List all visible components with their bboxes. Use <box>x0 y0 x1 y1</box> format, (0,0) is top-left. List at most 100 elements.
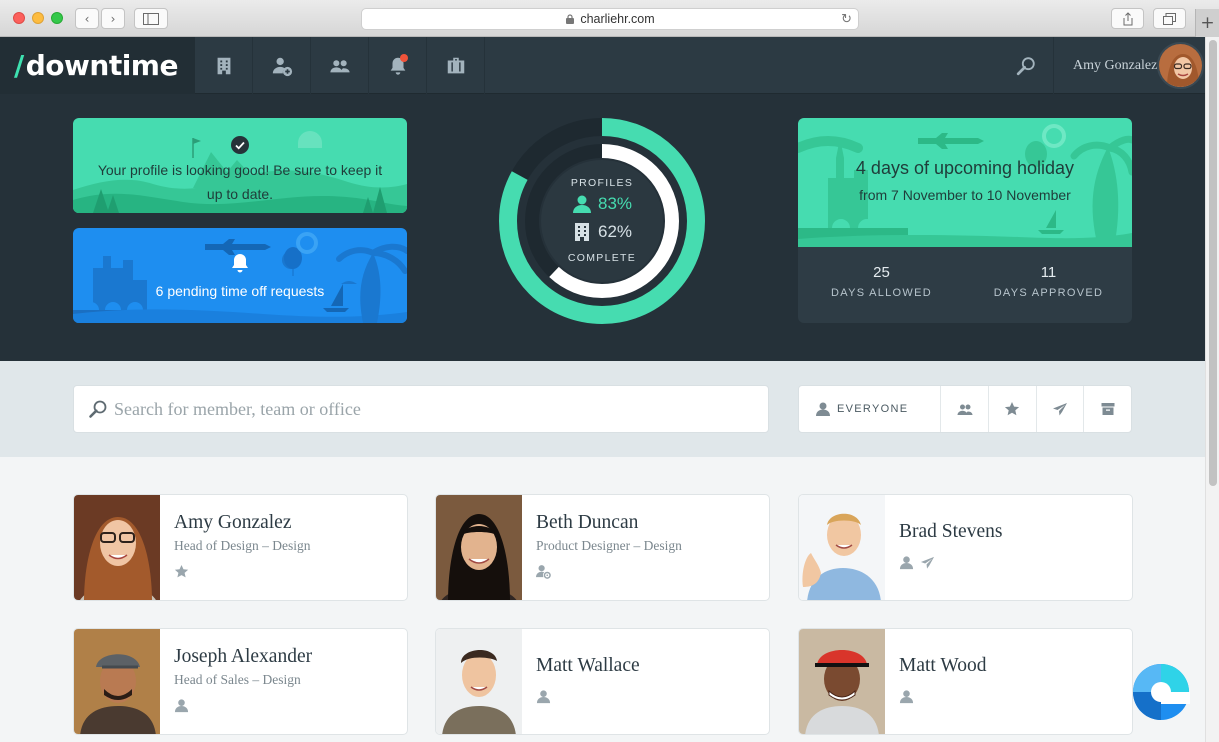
days-approved-value: 11 <box>1040 264 1057 281</box>
member-search-input[interactable] <box>114 389 768 429</box>
holiday-title: 4 days of upcoming holiday <box>855 158 1075 178</box>
days-approved-stat: 11 DAYS APPROVED <box>965 264 1132 299</box>
nav-offices-button[interactable] <box>195 37 253 94</box>
plane-icon <box>920 556 935 569</box>
filter-teams-button[interactable] <box>940 386 988 432</box>
nav-search-button[interactable] <box>998 37 1054 94</box>
new-tab-button[interactable]: + <box>1195 9 1219 37</box>
holiday-dates: from 7 November to 10 November <box>859 187 1071 203</box>
user-icon <box>536 690 551 704</box>
reload-icon[interactable]: ↻ <box>841 12 852 27</box>
member-filters: EVERYONE <box>798 385 1132 433</box>
profiles-complete-labels: PROFILES 83% 62% COMPLETE <box>499 118 705 324</box>
profiles-label: PROFILES <box>570 177 634 189</box>
person-photo <box>74 495 160 600</box>
person-role: Head of Sales – Design <box>174 672 301 687</box>
app-navbar: / downtime Amy Gonzalez <box>0 37 1219 94</box>
days-approved-label: DAYS APPROVED <box>993 287 1104 299</box>
person-icons <box>899 555 935 570</box>
support-chat-button[interactable] <box>1132 663 1190 721</box>
days-allowed-label: DAYS ALLOWED <box>831 287 932 299</box>
user-settings-icon <box>536 565 551 579</box>
people-complete-value: 83% <box>597 194 633 213</box>
person-icons <box>536 564 551 579</box>
nav-notifications-button[interactable] <box>369 37 427 94</box>
user-avatar[interactable] <box>1157 42 1204 89</box>
profile-status-card[interactable]: Your profile is looking good! Be sure to… <box>73 118 407 213</box>
person-icons <box>174 564 189 579</box>
search-icon <box>89 400 107 418</box>
plane-icon <box>1052 403 1067 416</box>
pending-requests-card[interactable]: 6 pending time off requests <box>73 228 407 323</box>
browser-toolbar: ‹ › charliehr.com ↻ + <box>0 0 1219 37</box>
url-text: charliehr.com <box>580 12 655 26</box>
person-card[interactable]: Brad Stevens <box>798 494 1133 601</box>
person-photo <box>436 495 522 600</box>
person-name[interactable]: Beth Duncan <box>536 512 638 534</box>
sidebar-toggle-button[interactable] <box>134 8 168 29</box>
back-button[interactable]: ‹ <box>75 8 99 29</box>
chevron-left-icon: ‹ <box>84 11 90 26</box>
logo-text: downtime <box>25 49 179 82</box>
filter-everyone-label: EVERYONE <box>837 403 909 415</box>
person-card[interactable]: Amy Gonzalez Head of Design – Design <box>73 494 408 601</box>
scrollbar-thumb[interactable] <box>1209 40 1217 486</box>
days-allowed-stat: 25 DAYS ALLOWED <box>798 264 965 299</box>
user-icon <box>572 195 591 213</box>
share-button[interactable] <box>1111 8 1144 29</box>
forward-button[interactable]: › <box>101 8 125 29</box>
star-icon <box>174 564 189 578</box>
person-name[interactable]: Matt Wood <box>899 655 986 677</box>
nav-add-member-button[interactable] <box>253 37 311 94</box>
dashboard-panel: Your profile is looking good! Be sure to… <box>0 94 1205 361</box>
person-icons <box>174 698 189 713</box>
filter-archived-button[interactable] <box>1083 386 1131 432</box>
nav-teams-button[interactable] <box>311 37 369 94</box>
star-icon <box>1005 402 1020 416</box>
page-scrollbar[interactable] <box>1205 37 1219 742</box>
search-band: EVERYONE <box>0 361 1205 457</box>
person-name[interactable]: Matt Wallace <box>536 655 640 677</box>
close-window-button[interactable] <box>13 12 25 24</box>
user-menu[interactable]: Amy Gonzalez <box>1073 37 1157 94</box>
user-icon <box>816 402 830 416</box>
profile-status-line2: up to date. <box>206 186 274 202</box>
nav-time-off-button[interactable] <box>427 37 485 94</box>
person-photo <box>436 629 522 734</box>
upcoming-holiday-card[interactable]: 4 days of upcoming holiday from 7 Novemb… <box>798 118 1132 323</box>
user-name: Amy Gonzalez <box>1073 57 1158 73</box>
person-card[interactable]: Matt Wood <box>798 628 1133 735</box>
add-user-icon <box>272 57 292 76</box>
person-card[interactable]: Joseph Alexander Head of Sales – Design <box>73 628 408 735</box>
people-grid: Amy Gonzalez Head of Design – Design Bet… <box>0 457 1205 742</box>
person-name[interactable]: Amy Gonzalez <box>174 512 292 534</box>
notification-dot <box>400 54 408 62</box>
holiday-illustration <box>798 124 1132 247</box>
share-icon <box>1123 11 1132 25</box>
person-card[interactable]: Beth Duncan Product Designer – Design <box>435 494 770 601</box>
tabs-button[interactable] <box>1153 8 1186 29</box>
filter-favourites-button[interactable] <box>987 386 1036 432</box>
people-complete-row: 83% <box>499 194 705 214</box>
city-illustration <box>73 232 407 323</box>
search-icon <box>1016 56 1035 75</box>
person-card[interactable]: Matt Wallace <box>435 628 770 735</box>
building-icon <box>574 223 589 241</box>
address-bar[interactable]: charliehr.com ↻ <box>361 8 859 30</box>
member-search-box[interactable] <box>73 385 769 433</box>
complete-label: COMPLETE <box>567 252 637 264</box>
downtime-logo[interactable]: / downtime <box>0 37 195 94</box>
filter-on-leave-button[interactable] <box>1035 386 1084 432</box>
office-complete-value: 62% <box>597 222 633 241</box>
chevron-right-icon: › <box>110 11 116 26</box>
person-name[interactable]: Joseph Alexander <box>174 646 312 668</box>
zoom-window-button[interactable] <box>51 12 63 24</box>
profile-status-line1: Your profile is looking good! Be sure to… <box>97 162 383 178</box>
archive-icon <box>1101 403 1115 415</box>
filter-everyone-button[interactable]: EVERYONE <box>799 386 940 432</box>
minimize-window-button[interactable] <box>32 12 44 24</box>
briefcase-icon <box>447 57 464 73</box>
person-name[interactable]: Brad Stevens <box>899 521 1002 543</box>
office-complete-row: 62% <box>499 222 705 242</box>
person-icons <box>536 689 551 704</box>
